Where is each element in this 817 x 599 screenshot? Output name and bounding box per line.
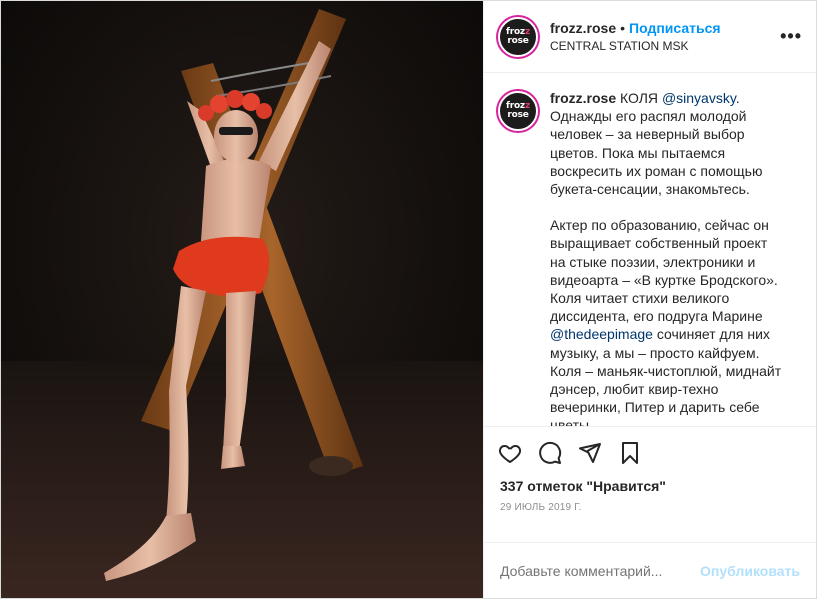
heart-icon[interactable] [490,433,530,473]
share-icon[interactable] [570,433,610,473]
caption-area: frozz rose frozz.rose КОЛЯ @sinyavsky. О… [484,73,816,426]
caption-paragraph-1: frozz.rose КОЛЯ @sinyavsky. Однажды его … [550,89,786,198]
header-line: frozz.rose • Подписаться [550,20,721,36]
comment-icon[interactable] [530,433,570,473]
bookmark-icon[interactable] [610,433,650,473]
mention-link[interactable]: @sinyavsky [662,90,736,106]
caption-gap [550,198,786,216]
post-side-panel: frozz rose frozz.rose • Подписаться CENT… [483,1,816,598]
caption-paragraph-3: Коля – маньяк-чистоплюй, миднайт дэнсер,… [550,362,786,426]
separator-dot: • [620,20,626,36]
caption-paragraph-2: Актер по образованию, сейчас он выращива… [550,216,786,362]
caption-avatar[interactable]: frozz rose [498,91,538,131]
post-photo[interactable] [1,1,483,598]
avatar-logo-accent: z [524,26,531,37]
post-caption: frozz.rose КОЛЯ @sinyavsky. Однажды его … [550,89,786,426]
more-options-icon[interactable]: ••• [780,26,802,47]
post-image [1,1,483,598]
heart-icon-svg [498,444,522,463]
caption-p3-text: Коля – маньяк-чистоплюй, миднайт дэнсер,… [550,362,782,426]
comment-icon-svg [539,441,562,464]
avatar-logo-bottom: rose [507,110,529,120]
avatar-logo: frozz rose [506,102,530,120]
bookmark-icon-svg [622,441,638,464]
mention-link[interactable]: @thedeepimage [550,326,653,342]
post-date[interactable]: 29 ИЮЛЬ 2019 Г. [484,502,816,542]
likes-count[interactable]: 337 отметок "Нравится" [484,478,816,494]
post-header: frozz rose frozz.rose • Подписаться CENT… [484,1,816,73]
caption-intro: КОЛЯ [616,90,662,106]
share-icon-svg [579,442,601,463]
caption-username[interactable]: frozz.rose [550,90,616,106]
caption-intro-rest: . Однажды его распял молодой человек – з… [550,90,763,198]
author-username[interactable]: frozz.rose [550,20,616,36]
avatar-logo-text: froz [505,26,525,37]
avatar-logo-bottom: rose [507,35,529,46]
follow-button[interactable]: Подписаться [629,20,721,36]
instagram-post: frozz rose frozz.rose • Подписаться CENT… [0,0,817,599]
caption-p2-text: Актер по образованию, сейчас он выращива… [550,217,778,325]
author-avatar[interactable]: frozz rose [498,16,538,57]
comment-input[interactable] [500,562,701,579]
avatar-logo: frozz rose [505,26,531,46]
post-location[interactable]: CENTRAL STATION MSK [550,39,721,53]
comment-box: Опубликовать [484,542,816,598]
action-bar [484,426,816,478]
publish-button[interactable]: Опубликовать [700,563,800,579]
header-text: frozz.rose • Подписаться CENTRAL STATION… [550,20,721,53]
